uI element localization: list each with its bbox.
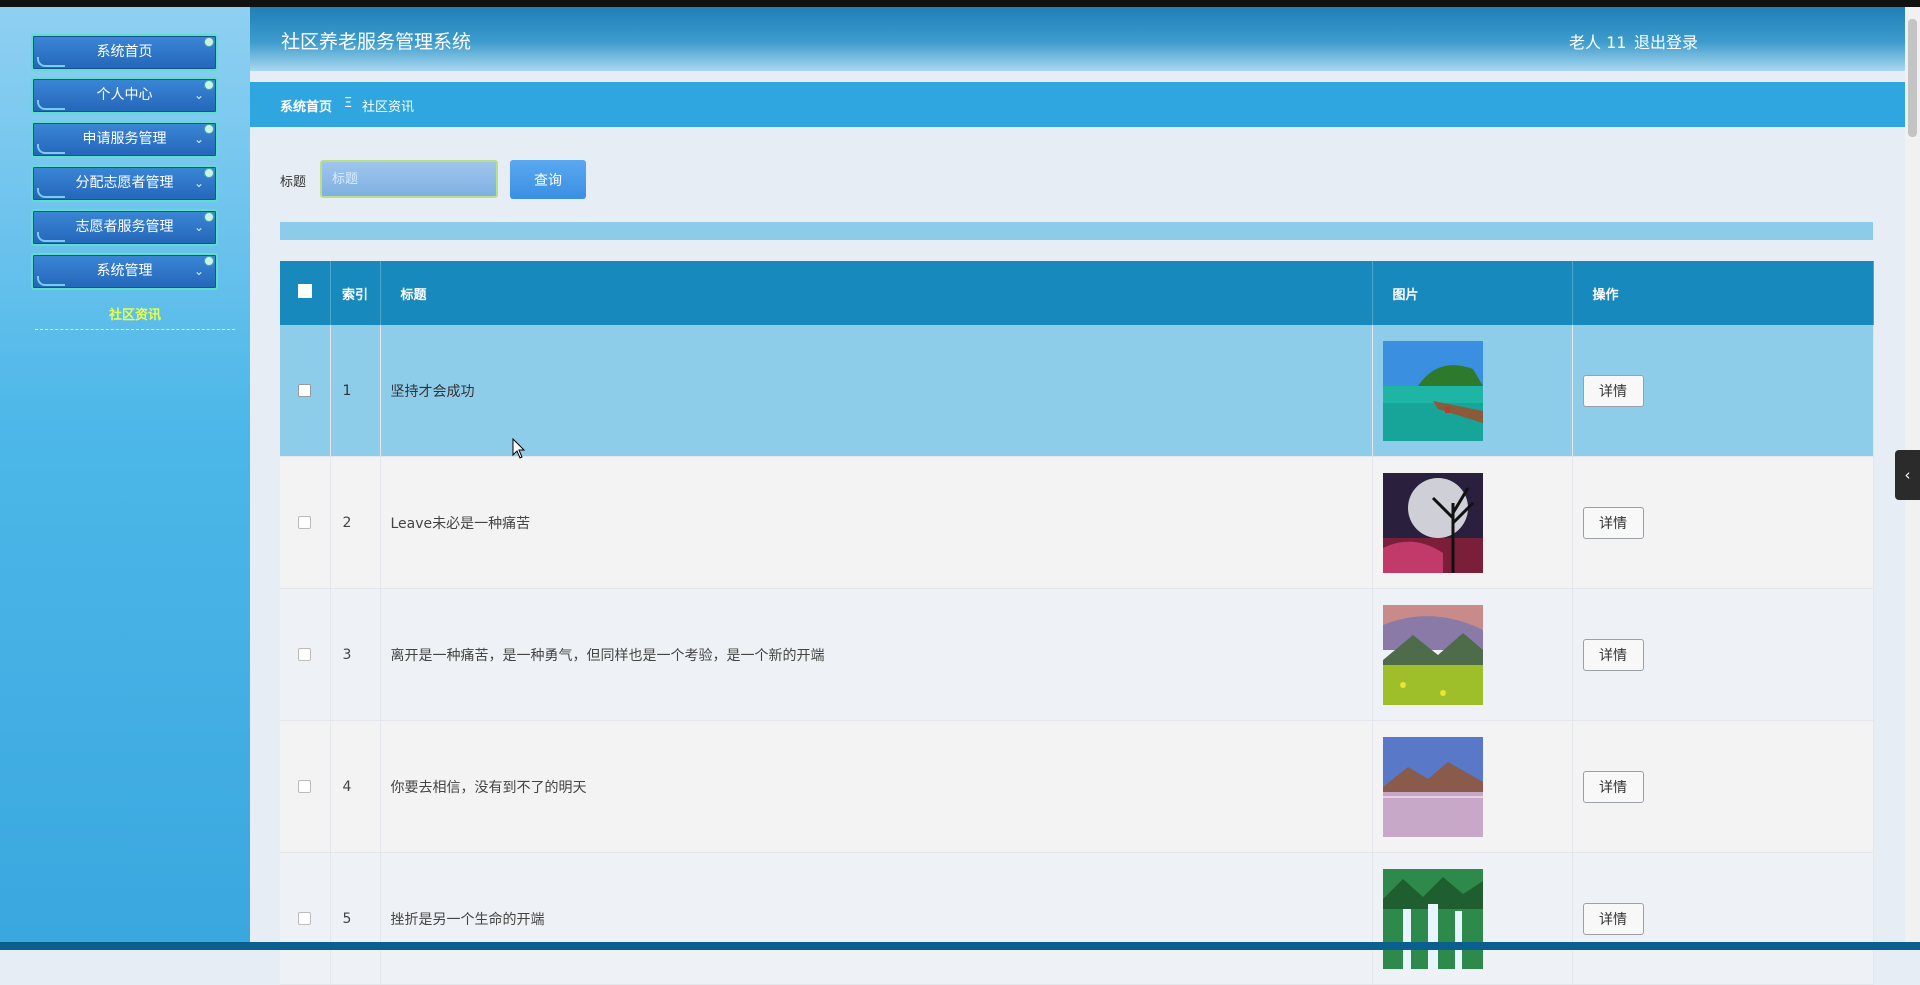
- mouse-cursor-icon: [512, 438, 526, 459]
- chevron-down-icon: ⌄: [193, 132, 204, 146]
- breadcrumb-current: 社区资讯: [362, 100, 415, 115]
- row-title: 离开是一种痛苦，是一种勇气，但同样也是一个考验，是一个新的开端: [380, 588, 1373, 721]
- toolbar-strip: [280, 222, 1873, 240]
- sidebar-item-service-application[interactable]: ⌄ 申请服务管理: [31, 121, 218, 158]
- user-name: 老人 11: [1569, 33, 1627, 52]
- row-image-cell: [1372, 325, 1573, 457]
- table-row[interactable]: 3 离开是一种痛苦，是一种勇气，但同样也是一个考验，是一个新的开端 详情: [280, 588, 1874, 721]
- row-checkbox[interactable]: [298, 384, 312, 397]
- row-index: 4: [330, 720, 381, 853]
- header: 社区养老服务管理系统 老人 11 退出登录: [250, 7, 1905, 71]
- column-header-image: 图片: [1372, 261, 1573, 325]
- swirl-ornament-icon: [37, 57, 65, 67]
- search-label: 标题: [280, 175, 307, 190]
- title-search-input[interactable]: [320, 160, 498, 198]
- column-header-title: 标题: [380, 261, 1373, 325]
- sidebar-item-volunteer-service[interactable]: ⌄ 志愿者服务管理: [31, 209, 218, 246]
- detail-button[interactable]: 详情: [1582, 374, 1644, 407]
- chevron-down-icon: ⌄: [193, 88, 204, 102]
- swirl-ornament-icon: [37, 276, 65, 286]
- column-header-index: 索引: [330, 261, 381, 325]
- sidebar-item-label: 分配志愿者管理: [75, 175, 174, 191]
- chevron-down-icon: ⌄: [193, 220, 204, 234]
- sidebar: 系统首页 ⌄ 个人中心 ⌄ 申请服务管理 ⌄ 分配志愿者管理 ⌄ 志愿者服务管理…: [0, 7, 250, 942]
- row-index: 3: [330, 588, 381, 721]
- lake-mountain-photo: [1382, 736, 1483, 837]
- sidebar-item-label: 系统首页: [96, 44, 153, 60]
- window-bottom-edge: [0, 942, 1920, 950]
- sidebar-item-home[interactable]: 系统首页: [31, 34, 218, 71]
- row-checkbox[interactable]: [298, 912, 312, 925]
- detail-button[interactable]: 详情: [1582, 770, 1644, 803]
- row-image-cell: [1372, 588, 1573, 721]
- row-action-cell: 详情: [1572, 720, 1874, 853]
- ornament-icon: [204, 168, 214, 178]
- table-row[interactable]: 1 坚持才会成功 详情: [280, 325, 1874, 457]
- sidebar-item-label: 个人中心: [96, 87, 153, 103]
- row-action-cell: 详情: [1572, 456, 1874, 589]
- swirl-ornament-icon: [37, 144, 65, 154]
- table-row[interactable]: 2 Leave未必是一种痛苦 详情: [280, 456, 1874, 589]
- row-image-cell: [1372, 852, 1573, 985]
- table-header-row: 索引 标题 图片 操作: [280, 261, 1874, 325]
- row-action-cell: 详情: [1572, 852, 1874, 985]
- detail-button[interactable]: 详情: [1582, 902, 1644, 935]
- sidebar-item-label: 系统管理: [96, 263, 153, 279]
- row-index: 2: [330, 456, 381, 589]
- table-row[interactable]: 4 你要去相信，没有到不了的明天 详情: [280, 720, 1874, 853]
- select-all-checkbox[interactable]: [280, 261, 331, 325]
- swirl-ornament-icon: [37, 232, 65, 242]
- row-index: 1: [330, 325, 381, 457]
- island-pier-photo: [1382, 340, 1483, 441]
- waterfall-photo: [1382, 868, 1483, 969]
- chevron-down-icon: ⌄: [193, 176, 204, 190]
- checkbox-icon: [297, 284, 312, 298]
- detail-button[interactable]: 详情: [1582, 638, 1644, 671]
- breadcrumb-home[interactable]: 系统首页: [280, 96, 332, 115]
- sidebar-item-label: 申请服务管理: [82, 131, 167, 147]
- row-checkbox[interactable]: [298, 648, 312, 661]
- table-row[interactable]: 5 挫折是另一个生命的开端 详情: [280, 852, 1874, 985]
- ornament-icon: [204, 37, 214, 47]
- app-title: 社区养老服务管理系统: [281, 31, 472, 53]
- sidebar-item-personal-center[interactable]: ⌄ 个人中心: [31, 77, 218, 114]
- row-image-cell: [1372, 720, 1573, 853]
- row-title: 挫折是另一个生命的开端: [380, 852, 1373, 985]
- sidebar-item-volunteer-assignment[interactable]: ⌄ 分配志愿者管理: [31, 165, 218, 202]
- column-header-action: 操作: [1572, 261, 1874, 325]
- detail-button[interactable]: 详情: [1582, 506, 1644, 539]
- row-title: Leave未必是一种痛苦: [380, 456, 1373, 589]
- submenu-item-community-news[interactable]: 社区资讯: [35, 304, 235, 323]
- ornament-icon: [204, 212, 214, 222]
- row-index: 5: [330, 852, 381, 985]
- row-title: 坚持才会成功: [380, 325, 1373, 457]
- submenu-divider: [35, 329, 235, 330]
- sidebar-item-label: 志愿者服务管理: [75, 219, 174, 235]
- row-checkbox[interactable]: [298, 780, 312, 793]
- breadcrumb: 系统首页 Ξ 社区资讯: [250, 82, 1905, 127]
- breadcrumb-separator-icon: Ξ: [344, 96, 353, 111]
- mountain-meadow-photo: [1382, 604, 1483, 705]
- ornament-icon: [204, 124, 214, 134]
- row-image-cell: [1372, 456, 1573, 589]
- scrollbar-thumb[interactable]: [1908, 19, 1917, 137]
- logout-link[interactable]: 退出登录: [1634, 29, 1698, 53]
- query-button[interactable]: 查询: [510, 160, 586, 199]
- sidebar-item-system-management[interactable]: ⌄ 系统管理: [31, 253, 218, 290]
- swirl-ornament-icon: [37, 100, 65, 110]
- row-action-cell: 详情: [1572, 588, 1874, 721]
- ornament-icon: [204, 80, 214, 90]
- chevron-down-icon: ⌄: [193, 264, 204, 278]
- row-action-cell: 详情: [1572, 325, 1874, 457]
- swirl-ornament-icon: [37, 188, 65, 198]
- row-checkbox[interactable]: [298, 516, 312, 529]
- news-table: 索引 标题 图片 操作 1 坚持才会成功 详情 2 Leave未必是一种痛苦 详…: [280, 261, 1874, 985]
- window-top-edge: [0, 0, 1920, 7]
- moon-tree-photo: [1382, 472, 1483, 573]
- chevron-left-icon[interactable]: ‹: [1895, 450, 1920, 500]
- ornament-icon: [204, 256, 214, 266]
- row-title: 你要去相信，没有到不了的明天: [380, 720, 1373, 853]
